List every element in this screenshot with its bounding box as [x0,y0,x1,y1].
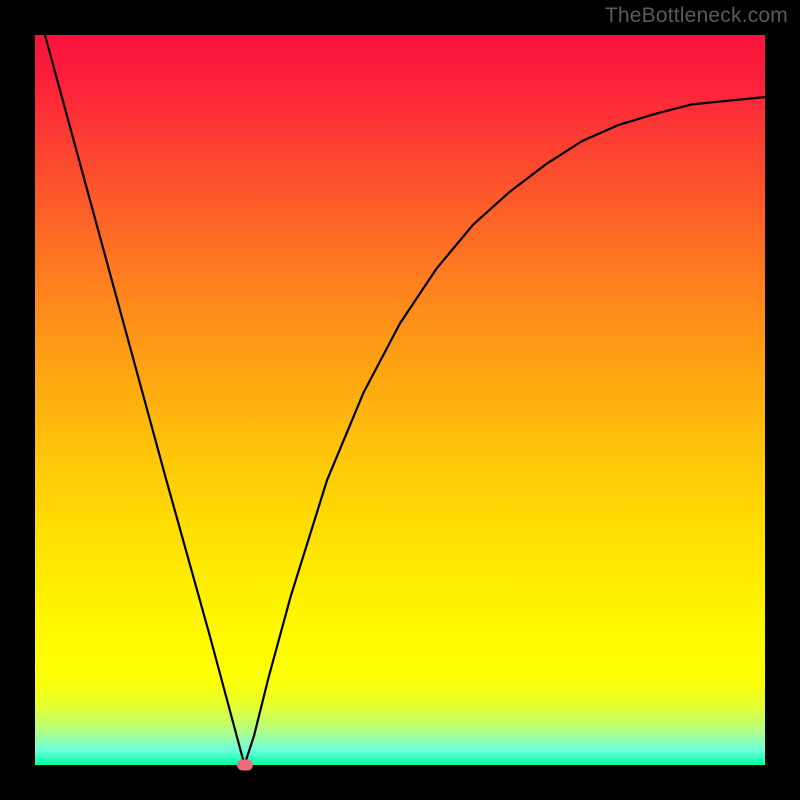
plot-area [35,35,765,765]
chart-frame: TheBottleneck.com [0,0,800,800]
watermark-text: TheBottleneck.com [605,4,788,28]
curve-svg [35,35,765,765]
curve-path [35,0,765,765]
min-marker [237,760,253,771]
